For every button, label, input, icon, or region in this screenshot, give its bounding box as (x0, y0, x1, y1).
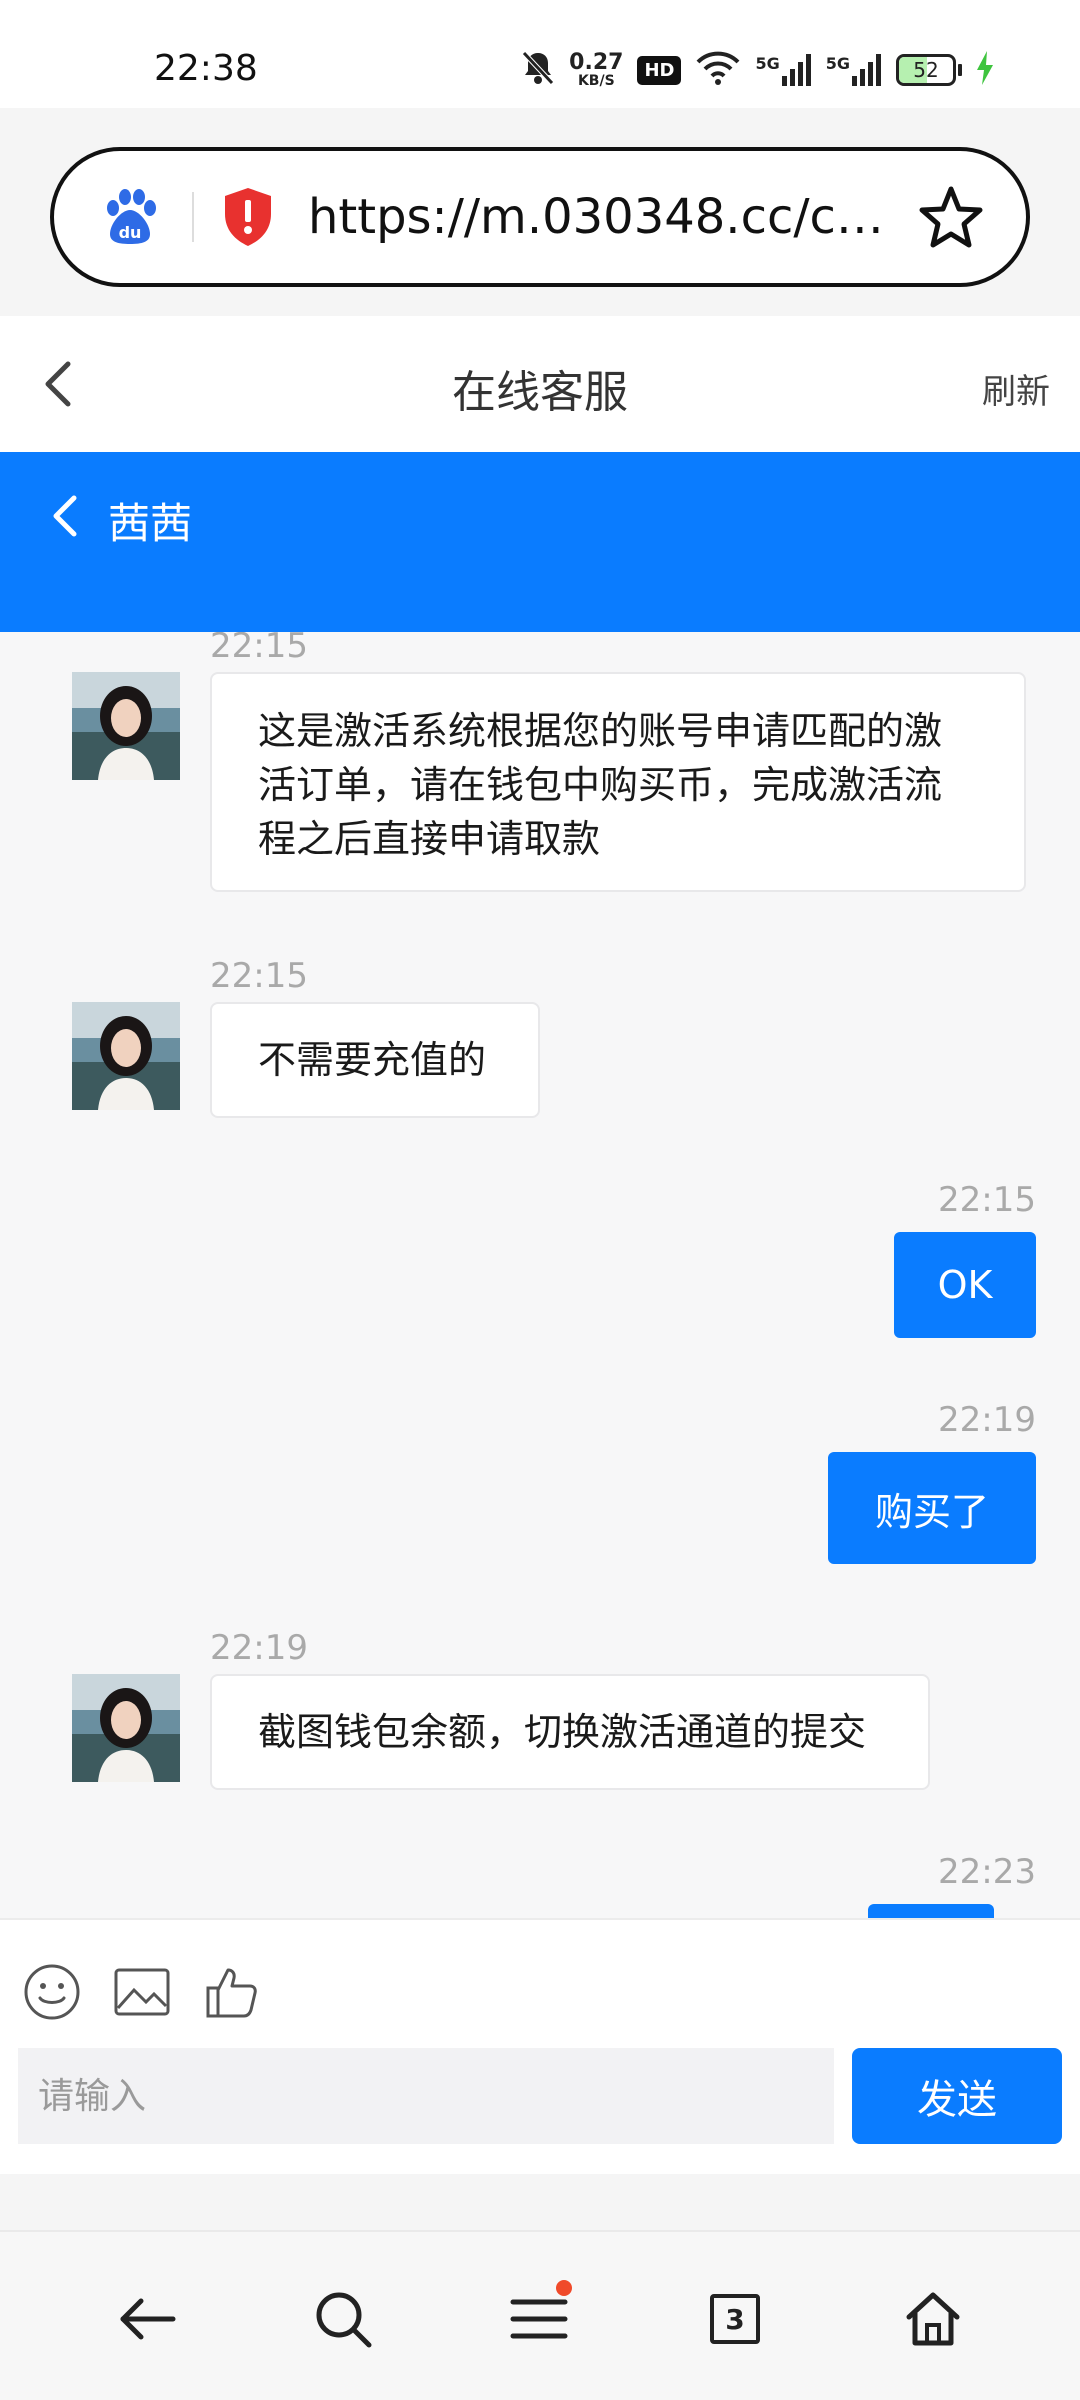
browser-toolbar: du https://m.030348.cc/chs/... (0, 108, 1080, 316)
back-arrow-icon[interactable] (112, 2284, 182, 2354)
signal-icon (781, 54, 811, 86)
chat-back-icon[interactable] (44, 486, 84, 546)
signal-icon (852, 54, 881, 86)
divider (192, 192, 194, 242)
page-title: 在线客服 (452, 367, 628, 418)
signal-1: 5G (755, 54, 811, 86)
avatar[interactable] (72, 1002, 180, 1110)
tab-count: 3 (710, 2294, 760, 2344)
mute-bell-icon (521, 50, 555, 90)
address-bar[interactable]: du https://m.030348.cc/chs/... (50, 147, 1030, 287)
baidu-icon[interactable]: du (90, 177, 170, 257)
spacer (0, 2174, 1080, 2230)
menu-icon[interactable] (504, 2280, 574, 2354)
message-time: 22:15 (210, 956, 308, 996)
thumbs-up-icon[interactable] (204, 1962, 264, 2022)
browser-bottom-nav: 3 (0, 2230, 1080, 2400)
tabs-icon[interactable]: 3 (700, 2284, 770, 2354)
emoji-icon[interactable] (22, 1962, 82, 2022)
status-icons: 0.27 KB/S HD 5G 5G 52 (521, 48, 994, 92)
refresh-button[interactable]: 刷新 (982, 364, 1050, 413)
message-bubble (868, 1904, 994, 1918)
message-input[interactable] (18, 2048, 834, 2144)
security-shield-icon[interactable] (216, 182, 280, 252)
message-time: 22:15 (938, 1180, 1036, 1220)
bookmark-star-icon[interactable] (916, 182, 986, 252)
wifi-icon (695, 50, 741, 90)
url-text[interactable]: https://m.030348.cc/chs/... (308, 189, 896, 245)
message-time: 22:15 (210, 632, 308, 666)
status-bar: 22:38 0.27 KB/S HD 5G 5G 52 (0, 0, 1080, 108)
net-speed: 0.27 KB/S (569, 50, 624, 89)
message-time: 22:19 (210, 1628, 308, 1668)
message-bubble: 这是激活系统根据您的账号申请匹配的激活订单，请在钱包中购买币，完成激活流程之后直… (210, 672, 1026, 892)
hd-badge: HD (637, 55, 682, 85)
message-bubble: 购买了 (828, 1452, 1036, 1564)
message-time: 22:23 (938, 1852, 1036, 1892)
signal-2: 5G (826, 54, 882, 86)
message-bubble: 截图钱包余额，切换激活通道的提交 (210, 1674, 930, 1790)
chat-header: 茜茜 (0, 452, 1080, 632)
agent-name: 茜茜 (108, 499, 193, 548)
message-time: 22:19 (938, 1400, 1036, 1440)
screen: 22:38 0.27 KB/S HD 5G 5G 52 du https://m… (0, 0, 1080, 2400)
message-bubble: 不需要充值的 (210, 1002, 540, 1118)
battery-icon: 52 (896, 54, 962, 86)
search-icon[interactable] (308, 2284, 378, 2354)
composer: 发送 (0, 1918, 1080, 2174)
avatar[interactable] (72, 672, 180, 780)
clock: 22:38 (154, 48, 258, 89)
message-bubble: OK (894, 1232, 1036, 1338)
charging-icon (976, 51, 994, 89)
notification-dot (556, 2280, 572, 2296)
page-header: 在线客服 刷新 (0, 316, 1080, 452)
avatar[interactable] (72, 1674, 180, 1782)
message-list[interactable]: 22:15 这是激活系统根据您的账号申请匹配的激活订单，请在钱包中购买币，完成激… (0, 632, 1080, 1918)
image-icon[interactable] (112, 1962, 172, 2022)
home-icon[interactable] (898, 2284, 968, 2354)
svg-text:du: du (119, 223, 142, 242)
send-button[interactable]: 发送 (852, 2048, 1062, 2144)
